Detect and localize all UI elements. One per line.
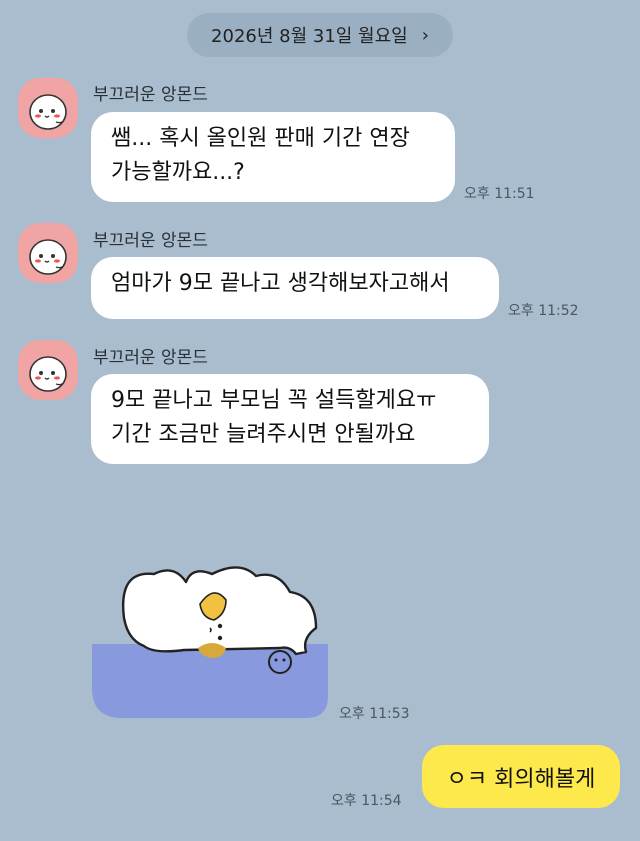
message-bubble[interactable]: 엄마가 9모 끝나고 생각해보자고해서 [91,257,499,319]
my-message-bubble[interactable]: ㅇㅋ 회의해볼게 [422,745,620,808]
avatar[interactable] [18,223,78,283]
message-time: 오후 11:52 [508,303,579,319]
message-line: 엄마가 9모 끝나고 생각해보자고해서 [111,271,450,296]
message-text: ㅇㅋ 회의해볼게 [446,766,596,792]
avatar-character-icon [29,239,67,275]
sticker[interactable] [88,556,334,726]
sleepy-puppy-sticker-icon [92,566,328,718]
sender-name: 부끄러운 앙몬드 [93,85,208,105]
message-time: 오후 11:51 [464,186,535,202]
message-bubble[interactable]: 쌤... 혹시 올인원 판매 기간 연장 가능할까요...? [91,112,455,202]
date-label: 2026년 8월 31일 월요일 [211,26,408,47]
message-bubble[interactable]: 9모 끝나고 부모님 꼭 설득할게요ㅠ 기간 조금만 늘려주시면 안될까요 [91,374,489,464]
message-line: 9모 끝나고 부모님 꼭 설득할게요ㅠ [111,388,437,413]
date-header[interactable]: 2026년 8월 31일 월요일 › [187,13,453,57]
avatar[interactable] [18,340,78,400]
message-line: 가능할까요...? [111,160,245,185]
avatar-character-icon [29,94,67,130]
sender-name: 부끄러운 앙몬드 [93,231,208,251]
sender-name: 부끄러운 앙몬드 [93,348,208,368]
message-time: 오후 11:53 [339,706,410,722]
message-line: 쌤... 혹시 올인원 판매 기간 연장 [111,126,410,151]
avatar[interactable] [18,78,78,138]
chevron-right-icon: › [421,24,429,46]
message-time: 오후 11:54 [331,793,402,809]
avatar-character-icon [29,356,67,392]
message-line: 기간 조금만 늘려주시면 안될까요 [111,422,416,447]
